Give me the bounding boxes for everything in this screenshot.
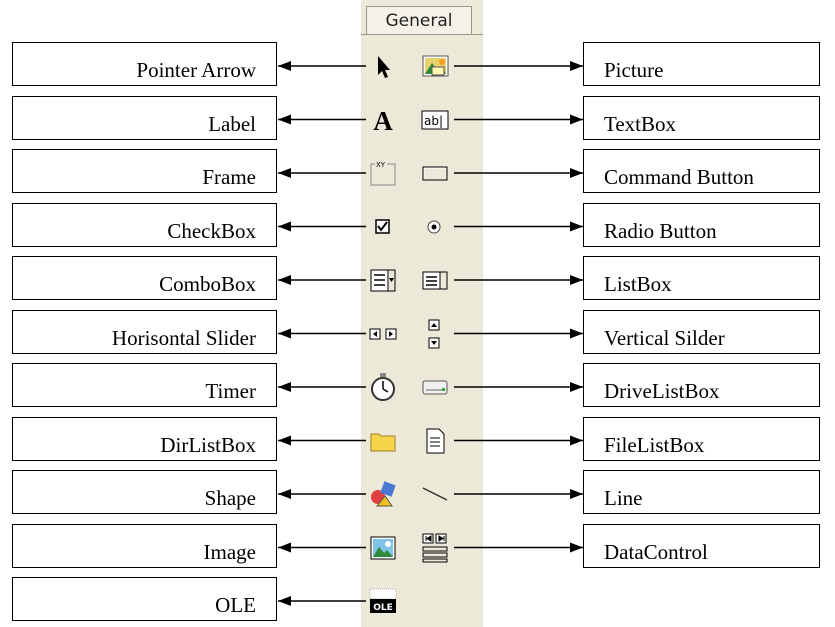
shape-icon[interactable] bbox=[368, 479, 398, 509]
label-text: Horisontal Slider bbox=[111, 325, 256, 350]
label-box-textbox: TextBox bbox=[583, 95, 820, 140]
svg-text:XY: XY bbox=[376, 161, 386, 169]
arrow-horizontal-scrollbar-icon bbox=[278, 328, 366, 339]
label-box-frame: Frame bbox=[12, 149, 277, 193]
label-text: Line bbox=[604, 486, 643, 510]
arrow-command-button-icon bbox=[454, 168, 583, 178]
pointer-arrow-icon[interactable] bbox=[368, 51, 398, 81]
label-box-picture: Picture bbox=[583, 42, 820, 86]
arrow-shape-icon bbox=[278, 489, 366, 499]
svg-text:ab|: ab| bbox=[424, 114, 443, 128]
label-box-filelistbox: FileListBox bbox=[583, 416, 820, 461]
label-text: ComboBox bbox=[159, 272, 256, 296]
label-box-ole: OLE bbox=[12, 577, 277, 621]
label-box-shape: Shape bbox=[12, 470, 277, 514]
label-text: DriveListBox bbox=[604, 379, 720, 403]
image-icon[interactable] bbox=[368, 533, 398, 563]
arrow-frame-icon bbox=[278, 168, 366, 178]
arrow-pointer-arrow-icon bbox=[278, 61, 366, 71]
vb-toolbox-diagram: General Pointer Arrow Label A Frame XY CheckB… bbox=[0, 0, 835, 627]
label-box-vertical-silder: Vertical Silder bbox=[583, 309, 820, 354]
label-text: Command Button bbox=[604, 165, 754, 189]
radio-button-icon[interactable] bbox=[420, 212, 450, 242]
picture-icon[interactable] bbox=[420, 51, 450, 81]
arrow-timer-icon bbox=[278, 382, 366, 392]
arrow-image-icon bbox=[278, 542, 366, 553]
horizontal-scrollbar-icon[interactable] bbox=[368, 319, 398, 349]
label-text: DirListBox bbox=[160, 432, 256, 457]
label-box-combobox: ComboBox bbox=[12, 256, 277, 300]
label-text: CheckBox bbox=[167, 218, 256, 243]
label-text: FileListBox bbox=[604, 432, 705, 457]
arrow-vertical-scrollbar-icon bbox=[454, 328, 583, 339]
label-text: TextBox bbox=[604, 111, 677, 136]
label-box-horisontal-slider: Horisontal Slider bbox=[12, 309, 277, 354]
arrow-drive-icon bbox=[454, 382, 583, 392]
label-box-radio-button: Radio Button bbox=[583, 202, 820, 247]
command-button-icon[interactable] bbox=[420, 158, 450, 188]
data-control-icon[interactable] bbox=[420, 533, 450, 563]
arrow-listbox-icon bbox=[454, 275, 583, 285]
label-box-checkbox: CheckBox bbox=[12, 202, 277, 247]
arrow-radio-button-icon bbox=[454, 221, 583, 232]
svg-text:A: A bbox=[373, 106, 393, 135]
arrow-file-icon bbox=[454, 435, 583, 446]
label-box-drivelistbox: DriveListBox bbox=[583, 363, 820, 407]
label-icon[interactable]: A bbox=[368, 105, 398, 136]
label-box-pointer-arrow: Pointer Arrow bbox=[12, 42, 277, 86]
folder-icon[interactable] bbox=[368, 426, 398, 456]
label-text: Shape bbox=[204, 486, 256, 510]
label-text: Picture bbox=[604, 58, 664, 82]
label-box-datacontrol: DataControl bbox=[583, 523, 820, 568]
arrow-picture-icon bbox=[454, 61, 583, 71]
textbox-icon[interactable]: ab| bbox=[420, 105, 450, 135]
line-icon[interactable] bbox=[420, 479, 450, 509]
label-box-image: Image bbox=[12, 523, 277, 568]
vertical-scrollbar-icon[interactable] bbox=[420, 319, 450, 349]
ole-icon[interactable]: OLE bbox=[368, 586, 398, 616]
arrow-data-control-icon bbox=[454, 542, 583, 553]
listbox-icon[interactable] bbox=[420, 265, 450, 295]
file-icon[interactable] bbox=[420, 426, 450, 456]
label-box-timer: Timer bbox=[12, 363, 277, 407]
arrow-textbox-icon bbox=[454, 114, 583, 125]
label-text: Pointer Arrow bbox=[136, 58, 256, 82]
label-text: Image bbox=[203, 539, 256, 564]
label-text: Label bbox=[208, 111, 256, 136]
timer-icon[interactable] bbox=[368, 372, 398, 402]
label-box-listbox: ListBox bbox=[583, 256, 820, 300]
label-text: DataControl bbox=[604, 539, 708, 564]
label-text: Frame bbox=[202, 165, 256, 189]
label-box-dirlistbox: DirListBox bbox=[12, 416, 277, 461]
combobox-icon[interactable] bbox=[368, 265, 398, 295]
arrow-folder-icon bbox=[278, 435, 366, 446]
label-text: ListBox bbox=[604, 272, 672, 296]
label-text: Vertical Silder bbox=[604, 325, 725, 350]
arrow-ole-icon bbox=[278, 596, 366, 606]
label-box-label: Label bbox=[12, 95, 277, 140]
label-text: Timer bbox=[205, 379, 256, 403]
arrow-line-icon bbox=[454, 489, 583, 499]
arrow-checkbox-icon bbox=[278, 221, 366, 232]
arrow-combobox-icon bbox=[278, 275, 366, 285]
arrow-label-icon bbox=[278, 114, 366, 125]
label-text: Radio Button bbox=[604, 218, 717, 243]
frame-icon[interactable]: XY bbox=[368, 158, 398, 188]
drive-icon[interactable] bbox=[420, 372, 450, 402]
label-text: OLE bbox=[215, 593, 256, 617]
svg-text:OLE: OLE bbox=[373, 603, 393, 613]
checkbox-icon[interactable] bbox=[368, 212, 398, 242]
label-box-command-button: Command Button bbox=[583, 149, 820, 193]
label-box-line: Line bbox=[583, 470, 820, 514]
